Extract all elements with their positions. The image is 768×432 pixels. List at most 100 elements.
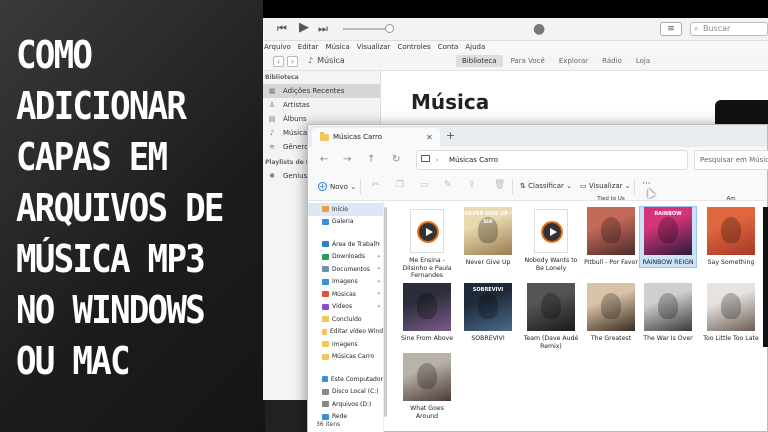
pin-icon: ✦: [376, 266, 381, 273]
headline-line: ADICIONAR: [16, 84, 187, 128]
share-icon[interactable]: ⇪: [468, 180, 476, 190]
itunes-menu-bar: Arquivo Editar Música Visualizar Control…: [263, 41, 768, 53]
nav-item[interactable]: Concluído: [308, 313, 383, 326]
nav-item[interactable]: Editar vídeo Wind: [308, 326, 383, 339]
menu-arquivo[interactable]: Arquivo: [264, 41, 291, 53]
nav-item[interactable]: Músicas ✦: [308, 288, 383, 301]
file-item[interactable]: RAINBOW RAINBOW REIGN: [639, 206, 697, 268]
search-placeholder: Buscar: [703, 24, 731, 33]
list-view-button[interactable]: ≡: [660, 22, 682, 36]
file-item[interactable]: What Goes Around: [399, 353, 455, 420]
file-item[interactable]: Team (Dave Audé Remix): [523, 283, 579, 350]
file-item[interactable]: The Greatest: [583, 283, 639, 343]
menu-musica[interactable]: Música: [326, 41, 350, 53]
nav-item-label: Documentos: [332, 265, 370, 273]
media-selector[interactable]: ♪ Música: [308, 56, 345, 65]
tab-2[interactable]: Explorar: [553, 55, 594, 67]
forward-arrow-icon[interactable]: →: [343, 154, 351, 165]
navigation-scrollbar[interactable]: [384, 207, 387, 417]
menu-visualizar[interactable]: Visualizar: [357, 41, 391, 53]
nav-item[interactable]: Início: [308, 203, 383, 216]
delete-icon[interactable]: 🗑: [494, 180, 505, 190]
address-bar[interactable]: › Músicas Carro: [416, 150, 688, 170]
file-item[interactable]: SOBREVIVI SOBREVIVI: [460, 283, 516, 343]
album-cover: [707, 283, 755, 331]
nav-item[interactable]: imagens: [308, 338, 383, 351]
itunes-toolbar: ⏮ ▶ ⏭ ● ≡ ⌕ Buscar: [263, 18, 768, 41]
back-button[interactable]: ‹: [273, 56, 284, 67]
explorer-search-input[interactable]: Pesquisar em Músicas: [694, 150, 768, 170]
next-button[interactable]: ⏭: [318, 22, 328, 36]
nav-item[interactable]: Documentos ✦: [308, 263, 383, 276]
headline-line: ARQUIVOS DE: [16, 186, 225, 230]
view-label: Visualizar: [588, 182, 623, 190]
explorer-tab[interactable]: Músicas Carro ✕: [312, 128, 440, 147]
cover-figure: [658, 293, 678, 319]
divider: [634, 180, 635, 194]
rename-icon[interactable]: ✎: [444, 180, 452, 190]
view-button[interactable]: ▭ Visualizar ⌄: [580, 182, 631, 190]
menu-conta[interactable]: Conta: [438, 41, 459, 53]
file-item[interactable]: The War Is Over: [640, 283, 696, 343]
list-icon: ≡: [667, 24, 675, 34]
forward-button[interactable]: ›: [287, 56, 298, 67]
nav-item[interactable]: Este Computador: [308, 373, 383, 386]
play-button[interactable]: ▶: [299, 20, 309, 35]
nav-item[interactable]: Disco Local (C:): [308, 386, 383, 399]
nav-item[interactable]: Imagens ✦: [308, 276, 383, 289]
sidebar-item[interactable]: ▦ Adições Recentes: [263, 84, 380, 98]
folder-icon: [320, 132, 329, 141]
nav-item[interactable]: Vídeos ✦: [308, 301, 383, 314]
nav-item[interactable]: Área de Trabalh ✦: [308, 238, 383, 251]
headline-line: COMO: [16, 33, 93, 77]
music-note-icon: ♪: [308, 56, 314, 65]
tab-0[interactable]: Biblioteca: [456, 55, 503, 67]
file-item[interactable]: Say Something: [703, 207, 759, 267]
volume-slider[interactable]: [343, 28, 389, 30]
menu-controles[interactable]: Controles: [397, 41, 430, 53]
previous-button[interactable]: ⏮: [277, 22, 287, 36]
nav-item-label: Músicas Carro: [332, 353, 375, 361]
view-icon: ▭: [580, 182, 587, 190]
cover-figure: [721, 293, 741, 319]
menu-editar[interactable]: Editar: [298, 41, 319, 53]
nav-item[interactable]: Galeria: [308, 216, 383, 229]
nav-item-label: Rede: [332, 413, 348, 421]
nav-item-label: Concluído: [332, 315, 362, 323]
nav-item-label: Galeria: [332, 218, 354, 226]
headline-line: NO WINDOWS: [16, 288, 206, 332]
file-item[interactable]: Too Little Too Late: [703, 283, 759, 343]
album-cover: NEVER GIVE UP · SIA: [464, 207, 512, 255]
new-button[interactable]: + Novo ⌄: [318, 182, 356, 191]
sort-button[interactable]: ⇅ Classificar ⌄: [520, 182, 572, 190]
close-tab-icon[interactable]: ✕: [426, 128, 433, 147]
chevron-right-icon: ›: [290, 57, 295, 66]
file-item[interactable]: NEVER GIVE UP · SIA Never Give Up: [460, 207, 516, 267]
copy-icon[interactable]: ❐: [396, 180, 404, 190]
cover-text: SOBREVIVI: [472, 287, 504, 293]
folder-icon: [322, 253, 329, 260]
refresh-icon[interactable]: ↻: [392, 154, 400, 165]
back-arrow-icon[interactable]: ←: [320, 154, 328, 165]
tab-4[interactable]: Loja: [630, 55, 656, 67]
note-icon: ♪: [269, 129, 275, 137]
up-arrow-icon[interactable]: ↑: [367, 154, 375, 165]
tab-3[interactable]: Rádio: [596, 55, 628, 67]
nav-item[interactable]: Arquivos (D:): [308, 398, 383, 411]
itunes-search-input[interactable]: ⌕ Buscar: [690, 22, 768, 36]
file-item[interactable]: Nobody Wants to Be Lonely: [523, 207, 579, 272]
sidebar-item[interactable]: ♙ Artistas: [263, 98, 380, 112]
tab-1[interactable]: Para Você: [505, 55, 551, 67]
new-tab-button[interactable]: +: [446, 129, 455, 142]
nav-item[interactable]: Músicas Carro: [308, 351, 383, 364]
file-item[interactable]: Sine From Above: [399, 283, 455, 343]
nav-item-label: Downloads: [332, 253, 365, 261]
nav-item[interactable]: Downloads ✦: [308, 251, 383, 264]
paste-icon[interactable]: ▭: [420, 180, 429, 190]
cut-icon[interactable]: ✂: [372, 180, 380, 190]
file-item[interactable]: Me Ensina - Dilsinho e Paula Fernandes: [399, 207, 455, 280]
pin-icon: ✦: [376, 278, 381, 285]
file-item[interactable]: Pitbull - Por Favor: [583, 207, 639, 267]
volume-knob[interactable]: [385, 24, 394, 33]
menu-ajuda[interactable]: Ajuda: [465, 41, 485, 53]
